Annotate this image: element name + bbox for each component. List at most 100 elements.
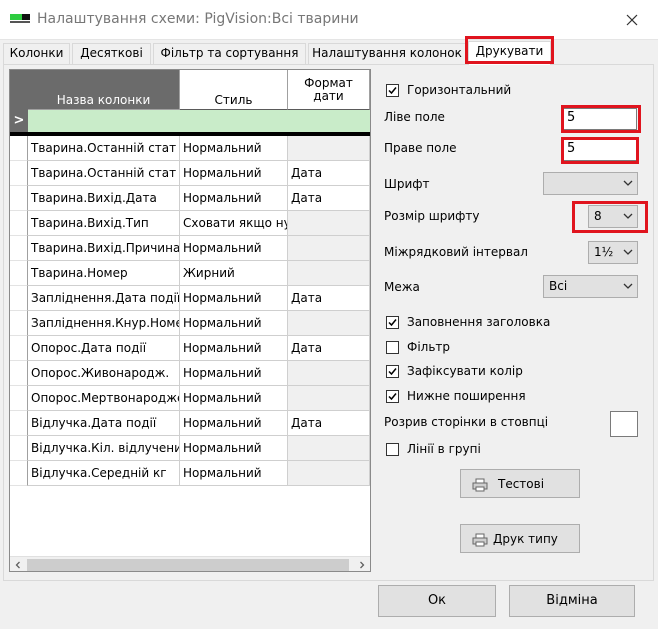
column-header-style[interactable]: Стиль	[180, 70, 288, 110]
page-break-label: Розрив сторінки в стовпці	[384, 415, 549, 429]
cell-style[interactable]: Нормальний	[180, 436, 288, 461]
row-header[interactable]	[10, 211, 28, 236]
cell-style[interactable]: Нормальний	[180, 386, 288, 411]
column-header-name[interactable]: Назва колонки	[28, 70, 180, 110]
cell-column-name[interactable]: Запліднення.Кнур.Номер	[28, 311, 180, 336]
page-break-input[interactable]	[610, 411, 638, 437]
cell-date-format[interactable]	[288, 136, 370, 161]
cell-style[interactable]: Нормальний	[180, 236, 288, 261]
test-print-button[interactable]: Тестові	[460, 469, 580, 498]
row-header[interactable]	[10, 336, 28, 361]
cell-date-format[interactable]: Дата	[288, 286, 370, 311]
window-title: Налаштування схеми: PigVision:Всі тварин…	[37, 11, 359, 27]
font-label: Шрифт	[384, 177, 430, 191]
cell-date-format[interactable]	[288, 361, 370, 386]
column-header-date-format[interactable]: Формат дати	[288, 70, 370, 110]
new-row[interactable]	[28, 110, 370, 132]
horizontal-checkbox[interactable]	[386, 84, 399, 97]
cell-date-format[interactable]	[288, 461, 370, 486]
cell-column-name[interactable]: Відлучка.Середній кг	[28, 461, 180, 486]
group-lines-checkbox[interactable]	[386, 443, 399, 456]
row-header[interactable]	[10, 136, 28, 161]
row-header[interactable]	[10, 386, 28, 411]
bottom-extension-checkbox[interactable]	[386, 390, 399, 403]
row-header[interactable]	[10, 361, 28, 386]
cell-column-name[interactable]: Запліднення.Дата події	[28, 286, 180, 311]
cell-style[interactable]: Нормальний	[180, 311, 288, 336]
right-margin-input[interactable]: 5	[563, 139, 637, 161]
check-icon	[388, 393, 397, 401]
fill-header-checkbox[interactable]	[386, 316, 399, 329]
cell-date-format[interactable]	[288, 211, 370, 236]
cell-column-name[interactable]: Тварина.Вихід.Дата	[28, 186, 180, 211]
cell-style[interactable]: Нормальний	[180, 361, 288, 386]
font-select[interactable]	[543, 172, 638, 195]
filter-checkbox[interactable]	[386, 341, 399, 354]
line-spacing-select[interactable]: 1½	[588, 241, 638, 264]
cell-column-name[interactable]: Тварина.Номер	[28, 261, 180, 286]
chevron-down-icon	[623, 249, 633, 255]
tab-column-settings[interactable]: Налаштування колонок	[308, 43, 466, 64]
tab-filter-sort[interactable]: Фільтр та сортування	[153, 43, 306, 64]
cell-date-format[interactable]: Дата	[288, 186, 370, 211]
scrollbar-thumb[interactable]	[27, 559, 349, 571]
row-header[interactable]	[10, 461, 28, 486]
row-header[interactable]	[10, 311, 28, 336]
cell-column-name[interactable]: Опорос.Мертвонароджені	[28, 386, 180, 411]
cell-date-format[interactable]: Дата	[288, 411, 370, 436]
cell-style[interactable]: Нормальний	[180, 461, 288, 486]
fix-color-checkbox[interactable]	[386, 365, 399, 378]
cell-column-name[interactable]: Тварина.Останній стат	[28, 161, 180, 186]
printer-icon	[472, 478, 488, 492]
cell-column-name[interactable]: Тварина.Вихід.Причина	[28, 236, 180, 261]
cell-style[interactable]: Нормальний	[180, 411, 288, 436]
row-header[interactable]	[10, 161, 28, 186]
row-header[interactable]	[10, 286, 28, 311]
row-header[interactable]	[10, 411, 28, 436]
horizontal-scrollbar[interactable]	[10, 556, 370, 571]
cell-date-format[interactable]	[288, 436, 370, 461]
cell-style[interactable]: Жирний	[180, 261, 288, 286]
columns-grid[interactable]: Назва колонки Стиль Формат дати > Тварин…	[9, 69, 371, 572]
cancel-button[interactable]: Відміна	[509, 585, 635, 617]
row-header[interactable]	[10, 261, 28, 286]
scroll-left-icon[interactable]	[10, 557, 26, 571]
row-header[interactable]	[10, 436, 28, 461]
check-icon	[388, 87, 397, 95]
cell-date-format[interactable]: Дата	[288, 336, 370, 361]
close-button[interactable]	[612, 4, 652, 36]
check-icon	[388, 368, 397, 376]
cell-column-name[interactable]: Опорос.Дата події	[28, 336, 180, 361]
row-header[interactable]	[10, 186, 28, 211]
check-icon	[388, 319, 397, 327]
tab-columns[interactable]: Колонки	[3, 43, 70, 64]
cell-date-format[interactable]	[288, 236, 370, 261]
cell-style[interactable]: Нормальний	[180, 161, 288, 186]
cell-date-format[interactable]	[288, 261, 370, 286]
cell-column-name[interactable]: Відлучка.Кіл. відлучених	[28, 436, 180, 461]
cell-date-format[interactable]	[288, 311, 370, 336]
cell-column-name[interactable]: Тварина.Вихід.Тип	[28, 211, 180, 236]
cell-column-name[interactable]: Опорос.Живонародж.	[28, 361, 180, 386]
cell-date-format[interactable]: Дата	[288, 161, 370, 186]
cell-style[interactable]: Нормальний	[180, 286, 288, 311]
fix-color-label: Зафіксувати колір	[407, 364, 523, 378]
left-margin-input[interactable]: 5	[563, 108, 637, 130]
row-header[interactable]	[10, 236, 28, 261]
cell-style[interactable]: Нормальний	[180, 336, 288, 361]
cell-style[interactable]: Нормальний	[180, 136, 288, 161]
cell-style[interactable]: Сховати якщо нуль	[180, 211, 288, 236]
cell-style[interactable]: Нормальний	[180, 186, 288, 211]
title-bar: Налаштування схеми: PigVision:Всі тварин…	[0, 0, 658, 40]
cell-column-name[interactable]: Відлучка.Дата події	[28, 411, 180, 436]
ok-button[interactable]: Ок	[378, 585, 496, 617]
border-select[interactable]: Всі	[543, 275, 638, 298]
scroll-right-icon[interactable]	[354, 557, 370, 571]
tab-print[interactable]: Друкувати	[468, 41, 551, 65]
cell-date-format[interactable]	[288, 386, 370, 411]
cell-column-name[interactable]: Тварина.Останній стат	[28, 136, 180, 161]
tab-decimals[interactable]: Десяткові	[72, 43, 151, 64]
horizontal-label: Горизонтальний	[407, 83, 512, 97]
font-size-select[interactable]: 8	[588, 205, 638, 228]
print-type-button[interactable]: Друк типу	[460, 524, 580, 553]
